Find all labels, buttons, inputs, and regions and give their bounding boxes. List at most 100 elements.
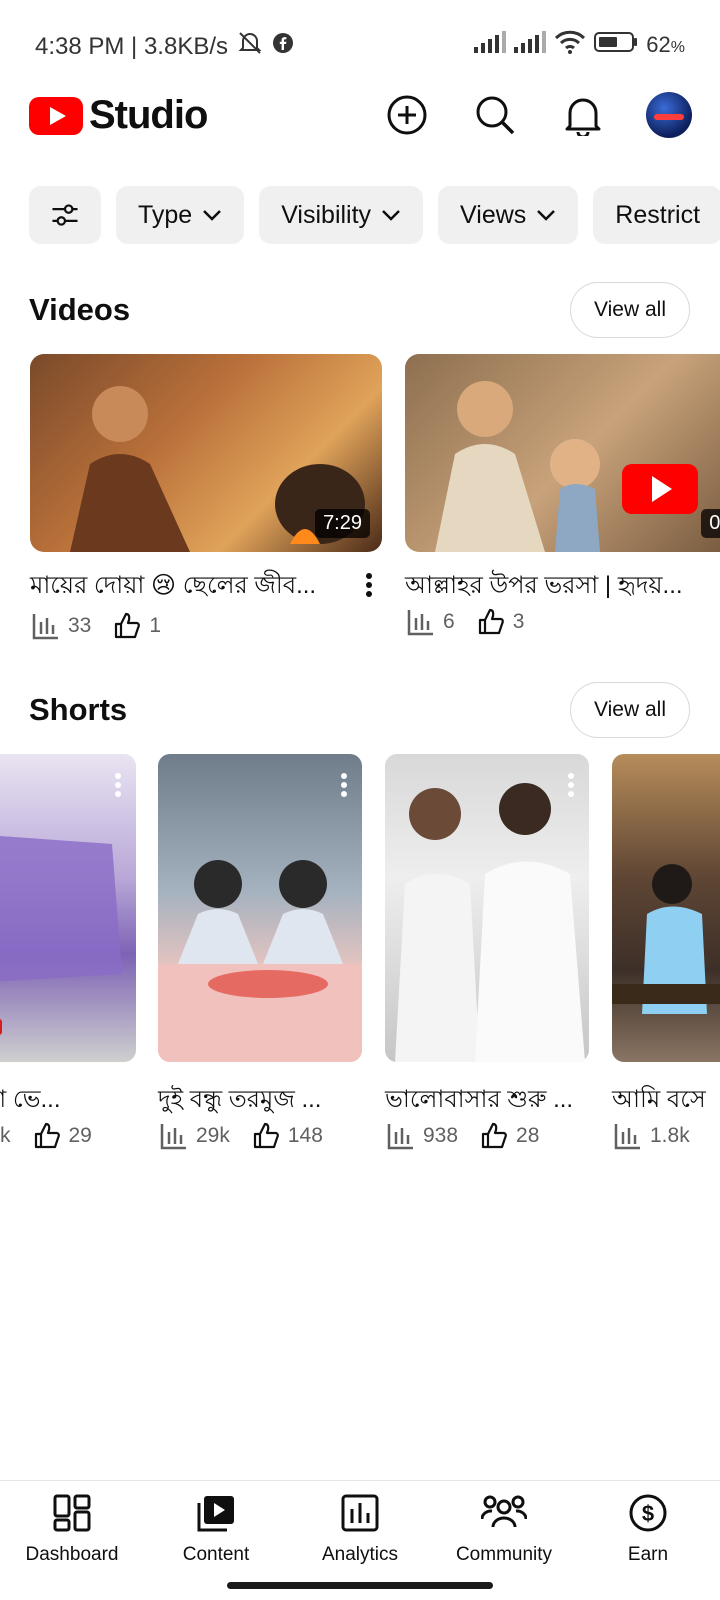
like-count: 28 <box>516 1124 540 1147</box>
views-chart-icon <box>614 1124 640 1150</box>
nav-dashboard[interactable]: Dashboard <box>2 1493 142 1566</box>
video-title[interactable]: মায়ের দোয়া 😢 ছেলের জীব... <box>30 567 316 607</box>
nav-analytics-label: Analytics <box>321 1544 399 1565</box>
filter-chips: Type Visibility Views Restrict <box>29 186 720 244</box>
filter-type-label: Type <box>138 200 193 229</box>
sliders-icon <box>52 204 78 226</box>
dashboard-icon <box>53 1494 91 1532</box>
short-title[interactable]: দুই বন্ধু তরমুজ ... <box>158 1081 321 1121</box>
wifi-icon <box>554 30 586 60</box>
svg-text:$: $ <box>642 1501 654 1526</box>
video-thumbnail[interactable]: 0:5 <box>405 354 720 552</box>
view-count: 6 <box>443 610 455 633</box>
battery-icon <box>594 31 638 59</box>
thumbs-up-icon <box>115 612 141 639</box>
view-count: 29k <box>196 1124 230 1147</box>
short-stats: k 29 <box>0 1122 106 1150</box>
status-bar: 4:38 PM | 3.8KB/s 62% <box>0 0 720 90</box>
view-count: k <box>0 1124 11 1147</box>
earn-dollar-icon: $ <box>629 1494 667 1532</box>
filter-settings-button[interactable] <box>29 186 101 244</box>
more-vert-icon[interactable] <box>365 572 373 603</box>
video-stats: 33 1 <box>32 612 175 640</box>
shorts-section-title: Shorts <box>29 692 128 727</box>
filter-restrict-label: Restrict <box>615 200 701 229</box>
videos-section-title: Videos <box>29 292 131 327</box>
thumbs-up-icon <box>478 608 504 635</box>
views-chart-icon <box>387 1124 413 1150</box>
home-indicator[interactable] <box>227 1582 493 1589</box>
video-duration: 7:29 <box>315 509 370 538</box>
like-count: 29 <box>68 1124 92 1147</box>
short-card[interactable]: ভালোবাসার শুরু ... 938 28 <box>385 754 589 1150</box>
views-chart-icon <box>160 1124 186 1150</box>
shorts-view-all-button[interactable]: View all <box>570 682 690 738</box>
video-stats: 6 3 <box>407 608 538 636</box>
chevron-down-icon <box>203 210 222 221</box>
filter-chip-views[interactable]: Views <box>438 186 579 244</box>
header-actions <box>344 90 692 140</box>
signal-icon-1 <box>474 31 507 59</box>
like-count: 1 <box>149 614 162 637</box>
more-vert-icon[interactable] <box>340 772 348 803</box>
analytics-icon <box>341 1494 379 1532</box>
thumbs-up-icon <box>253 1122 279 1149</box>
view-count: 33 <box>68 614 92 637</box>
bell-icon[interactable] <box>558 90 608 140</box>
youtube-studio-logo[interactable]: Studio <box>29 93 208 138</box>
nav-earn-label: Earn <box>627 1544 669 1565</box>
view-count: 938 <box>423 1124 459 1147</box>
video-thumbnail[interactable]: 7:29 <box>30 354 382 552</box>
video-card[interactable]: 7:29 মায়ের দোয়া 😢 ছেলের জীব... 33 1 <box>30 354 382 640</box>
short-thumbnail[interactable] <box>385 754 589 1062</box>
filter-views-label: Views <box>460 200 527 229</box>
thumbs-up-icon <box>481 1122 507 1149</box>
more-vert-icon[interactable] <box>567 772 575 803</box>
filter-visibility-label: Visibility <box>281 200 372 229</box>
short-title[interactable]: ভালোবাসার শুরু ... <box>385 1081 573 1121</box>
youtube-studio-screen: 4:38 PM | 3.8KB/s 62% Studio Type Visibi… <box>0 0 720 1600</box>
thumbs-up-icon <box>34 1122 60 1149</box>
battery-percent: 62% <box>646 32 685 57</box>
mute-icon <box>236 30 264 63</box>
bottom-navigation: Dashboard Content Analytics Community $ … <box>0 1480 720 1600</box>
create-icon[interactable] <box>382 90 432 140</box>
short-stats: 1.8k <box>614 1122 704 1150</box>
short-thumbnail[interactable] <box>612 754 720 1062</box>
video-duration: 0:5 <box>701 509 720 538</box>
nav-earn[interactable]: $ Earn <box>578 1493 718 1566</box>
avatar[interactable] <box>646 92 692 138</box>
short-thumbnail[interactable] <box>158 754 362 1062</box>
nav-content-label: Content <box>182 1544 250 1565</box>
video-card[interactable]: 0:5 আল্লাহর উপর ভরসা | হৃদয়... 6 3 <box>405 354 720 636</box>
like-count: 148 <box>287 1124 323 1147</box>
videos-view-all-button[interactable]: View all <box>570 282 690 338</box>
app-header: Studio <box>0 85 720 155</box>
nav-content[interactable]: Content <box>146 1493 286 1566</box>
app-name: Studio <box>89 93 208 137</box>
like-count: 3 <box>512 610 525 633</box>
nav-community[interactable]: Community <box>434 1493 574 1566</box>
content-icon <box>197 1496 234 1532</box>
more-vert-icon[interactable] <box>114 772 122 803</box>
short-thumbnail[interactable] <box>0 754 136 1062</box>
filter-chip-restrict[interactable]: Restrict <box>593 186 720 244</box>
nav-analytics[interactable]: Analytics <box>290 1493 430 1566</box>
video-title[interactable]: আল্লাহর উপর ভরসা | হৃদয়... <box>405 567 683 607</box>
short-card[interactable]: দুই বন্ধু তরমুজ ... 29k 148 <box>158 754 362 1150</box>
search-icon[interactable] <box>470 90 520 140</box>
short-stats: 29k 148 <box>160 1122 337 1150</box>
short-card[interactable]: আমি বসে 1.8k <box>612 754 720 1150</box>
views-chart-icon <box>407 610 433 636</box>
community-icon <box>480 1495 528 1528</box>
short-title[interactable]: হারালো ভে... <box>0 1081 61 1121</box>
filter-chip-type[interactable]: Type <box>116 186 245 244</box>
status-left: 4:38 PM | 3.8KB/s <box>35 30 294 63</box>
short-title[interactable]: আমি বসে <box>612 1081 706 1121</box>
filter-chip-visibility[interactable]: Visibility <box>259 186 424 244</box>
short-card[interactable]: হারালো ভে... k 29 <box>0 754 136 1149</box>
nav-community-label: Community <box>455 1544 553 1565</box>
nav-dashboard-label: Dashboard <box>25 1544 119 1565</box>
youtube-logo-icon <box>29 96 83 135</box>
views-chart-icon <box>32 614 58 640</box>
